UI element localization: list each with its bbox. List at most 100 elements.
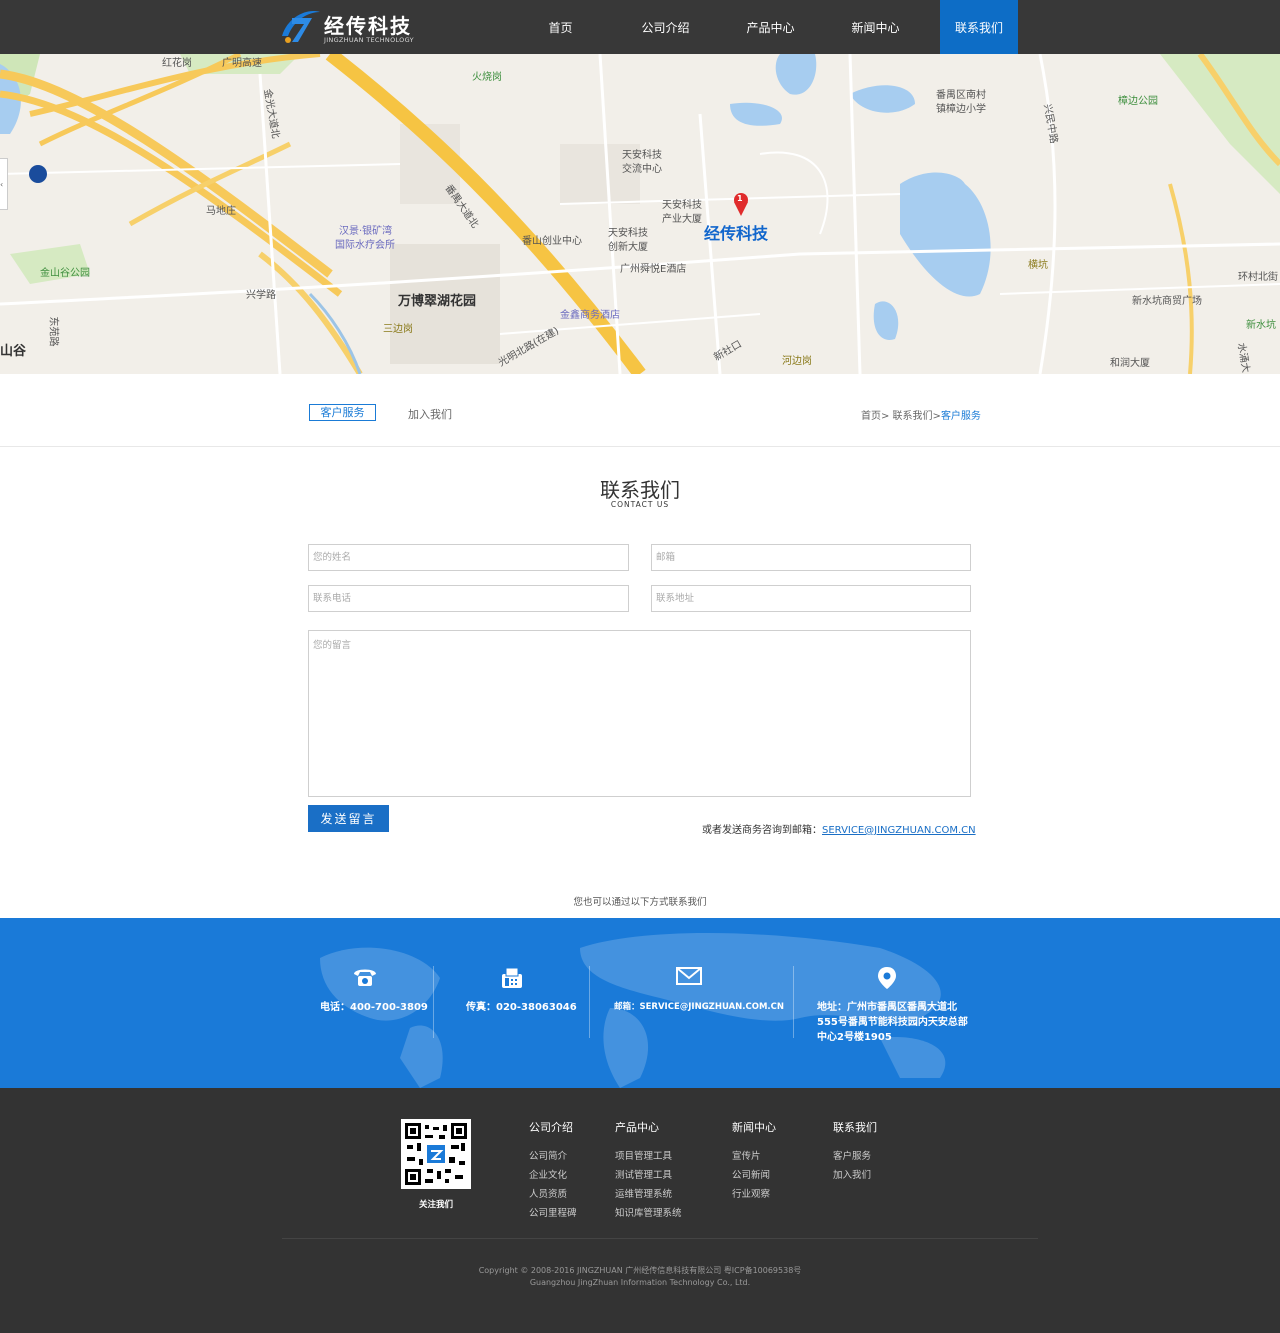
map-marker-number: 1 (737, 194, 743, 203)
logo-text-en: JINGZHUAN TECHNOLOGY (324, 36, 414, 44)
footer-col-title[interactable]: 产品中心 (615, 1119, 682, 1135)
site-footer: 关注我们 公司介绍 公司简介 企业文化 人员资质 公司里程碑 产品中心 项目管理… (0, 1088, 1280, 1333)
email-note-label: 或者发送商务咨询到邮箱： (702, 825, 822, 836)
message-field[interactable] (308, 630, 971, 797)
band-fax: 传真：020-38063046 (466, 918, 586, 1088)
map-label: 环村北街 (1238, 272, 1278, 283)
footer-link[interactable]: 宣传片 (732, 1147, 776, 1166)
company-english-name: Guangzhou JingZhuan Information Technolo… (529, 1278, 751, 1287)
map-label: 交流中心 (622, 164, 662, 175)
phone-icon (354, 969, 376, 986)
breadcrumb: 首页> 联系我们>客户服务 (861, 407, 981, 422)
contact-subtitle: CONTACT US (610, 500, 670, 509)
qr-label: 关注我们 (418, 1200, 453, 1210)
footer-col-title[interactable]: 联系我们 (833, 1119, 877, 1135)
nav-products[interactable]: 产品中心 (718, 0, 823, 54)
phone-field[interactable] (308, 585, 629, 612)
map-label: 山谷 (0, 344, 27, 359)
map-label: 天安科技 (608, 228, 648, 239)
email-note: 或者发送商务咨询到邮箱：SERVICE@JINGZHUAN.COM.CN (702, 821, 976, 836)
map-label: 东苑路 (47, 316, 59, 347)
email-text: 邮箱：SERVICE@JINGZHUAN.COM.CN (614, 1002, 785, 1012)
map-label: 创新大厦 (608, 242, 648, 253)
logo-text-cn: 经传科技 (324, 14, 412, 38)
address-line: 555号番禺节能科技园内天安总部 (817, 1017, 968, 1028)
logo-mark-icon (282, 11, 320, 43)
footer-link[interactable]: 公司新闻 (732, 1166, 776, 1185)
map-label: 广州舜悦E酒店 (620, 264, 687, 275)
map-label: 兴学路 (246, 290, 276, 301)
address-field[interactable] (651, 585, 971, 612)
location-pin-icon (878, 967, 896, 989)
breadcrumb-prefix[interactable]: 首页> 联系我们> (861, 411, 941, 422)
phone-text: 电话：400-700-3809 (320, 1002, 428, 1013)
mail-icon (676, 967, 702, 985)
band-divider (793, 966, 794, 1038)
breadcrumb-current: 客户服务 (940, 411, 981, 422)
address-text: 地址：广州市番禺区番禺大道北 555号番禺节能科技园内天安总部 中心2号楼190… (817, 1000, 968, 1045)
copyright-line: Copyright © 2008-2016 JINGZHUAN 广州经传信息科技… (478, 1266, 802, 1275)
map-label: 新水坑商贸广场 (1132, 296, 1202, 307)
email-field[interactable] (651, 544, 971, 571)
name-field[interactable] (308, 544, 629, 571)
map-company-label: 经传科技 (704, 224, 769, 243)
footer-link[interactable]: 客户服务 (833, 1147, 877, 1166)
nav-news[interactable]: 新闻中心 (823, 0, 928, 54)
footer-link[interactable]: 加入我们 (833, 1166, 877, 1185)
footer-link[interactable]: 公司简介 (529, 1147, 577, 1166)
band-email: 邮箱：SERVICE@JINGZHUAN.COM.CN (614, 918, 784, 1088)
main-nav: 首页 公司介绍 产品中心 新闻中心 联系我们 (508, 0, 1018, 54)
top-header: 经传科技 JINGZHUAN TECHNOLOGY 首页 公司介绍 产品中心 新… (0, 0, 1280, 54)
map-label: 万博翠湖花园 (398, 294, 477, 309)
fax-icon (502, 967, 522, 988)
address-line: 地址：广州市番禺区番禺大道北 (817, 1002, 957, 1013)
footer-link[interactable]: 项目管理工具 (615, 1147, 682, 1166)
map-label: 火烧岗 (472, 72, 502, 83)
footer-link[interactable]: 人员资质 (529, 1185, 577, 1204)
location-map[interactable]: ‹ 火烧岗 红花岗 广明高速 马地庄 金山谷公园 汉景·银矿湾 国际水疗会所 兴… (0, 54, 1280, 374)
footer-link[interactable]: 公司里程碑 (529, 1204, 577, 1223)
map-canvas (0, 54, 1280, 374)
footer-link[interactable]: 测试管理工具 (615, 1166, 682, 1185)
map-label: 新水坑 (1246, 320, 1276, 331)
footer-col-products: 产品中心 项目管理工具 测试管理工具 运维管理系统 知识库管理系统 (615, 1119, 682, 1223)
footer-link[interactable]: 企业文化 (529, 1166, 577, 1185)
nav-contact[interactable]: 联系我们 (940, 0, 1018, 54)
tab-customer-service[interactable]: 客户服务 (309, 404, 376, 421)
service-email-link[interactable]: SERVICE@JINGZHUAN.COM.CN (822, 825, 976, 836)
tab-join-us[interactable]: 加入我们 (408, 406, 452, 422)
sub-navigation: 客户服务 加入我们 首页> 联系我们>客户服务 (0, 374, 1280, 447)
company-logo[interactable]: 经传科技 JINGZHUAN TECHNOLOGY (278, 4, 418, 50)
contact-title: 联系我们 (600, 478, 680, 502)
send-message-button[interactable]: 发送留言 (308, 805, 389, 832)
map-label: 番山创业中心 (522, 236, 582, 247)
qr-code-icon (405, 1123, 467, 1185)
nav-about[interactable]: 公司介绍 (613, 0, 718, 54)
footer-link[interactable]: 运维管理系统 (615, 1185, 682, 1204)
footer-col-title[interactable]: 公司介绍 (529, 1119, 577, 1135)
map-label: 金鑫商务酒店 (560, 310, 620, 321)
map-label: 广明高速 (222, 58, 262, 69)
map-side-toggle[interactable]: ‹ (0, 158, 8, 210)
band-divider (589, 966, 590, 1038)
address-line: 中心2号楼1905 (817, 1032, 892, 1043)
map-label: 河边岗 (782, 356, 812, 367)
map-label: 天安科技 (622, 150, 662, 161)
band-phone: 电话：400-700-3809 (320, 918, 430, 1088)
map-label: 汉景·银矿湾 (339, 226, 393, 237)
footer-col-news: 新闻中心 宣传片 公司新闻 行业观察 (732, 1119, 776, 1204)
footer-link[interactable]: 行业观察 (732, 1185, 776, 1204)
footer-divider (282, 1238, 1038, 1239)
band-address: 地址：广州市番禺区番禺大道北 555号番禺节能科技园内天安总部 中心2号楼190… (817, 918, 977, 1088)
also-contact-text: 您也可以通过以下方式联系我们 (573, 897, 707, 908)
footer-link[interactable]: 知识库管理系统 (615, 1204, 682, 1223)
map-label: 金山谷公园 (40, 268, 90, 279)
map-label: 镇樟边小学 (936, 104, 986, 115)
fax-text: 传真：020-38063046 (466, 1002, 577, 1013)
map-label: 番禺区南村 (936, 90, 986, 101)
nav-home[interactable]: 首页 (508, 0, 613, 54)
map-label: 天安科技 (662, 200, 702, 211)
footer-col-about: 公司介绍 公司简介 企业文化 人员资质 公司里程碑 (529, 1119, 577, 1223)
map-label: 国际水疗会所 (335, 240, 395, 251)
footer-col-title[interactable]: 新闻中心 (732, 1119, 776, 1135)
